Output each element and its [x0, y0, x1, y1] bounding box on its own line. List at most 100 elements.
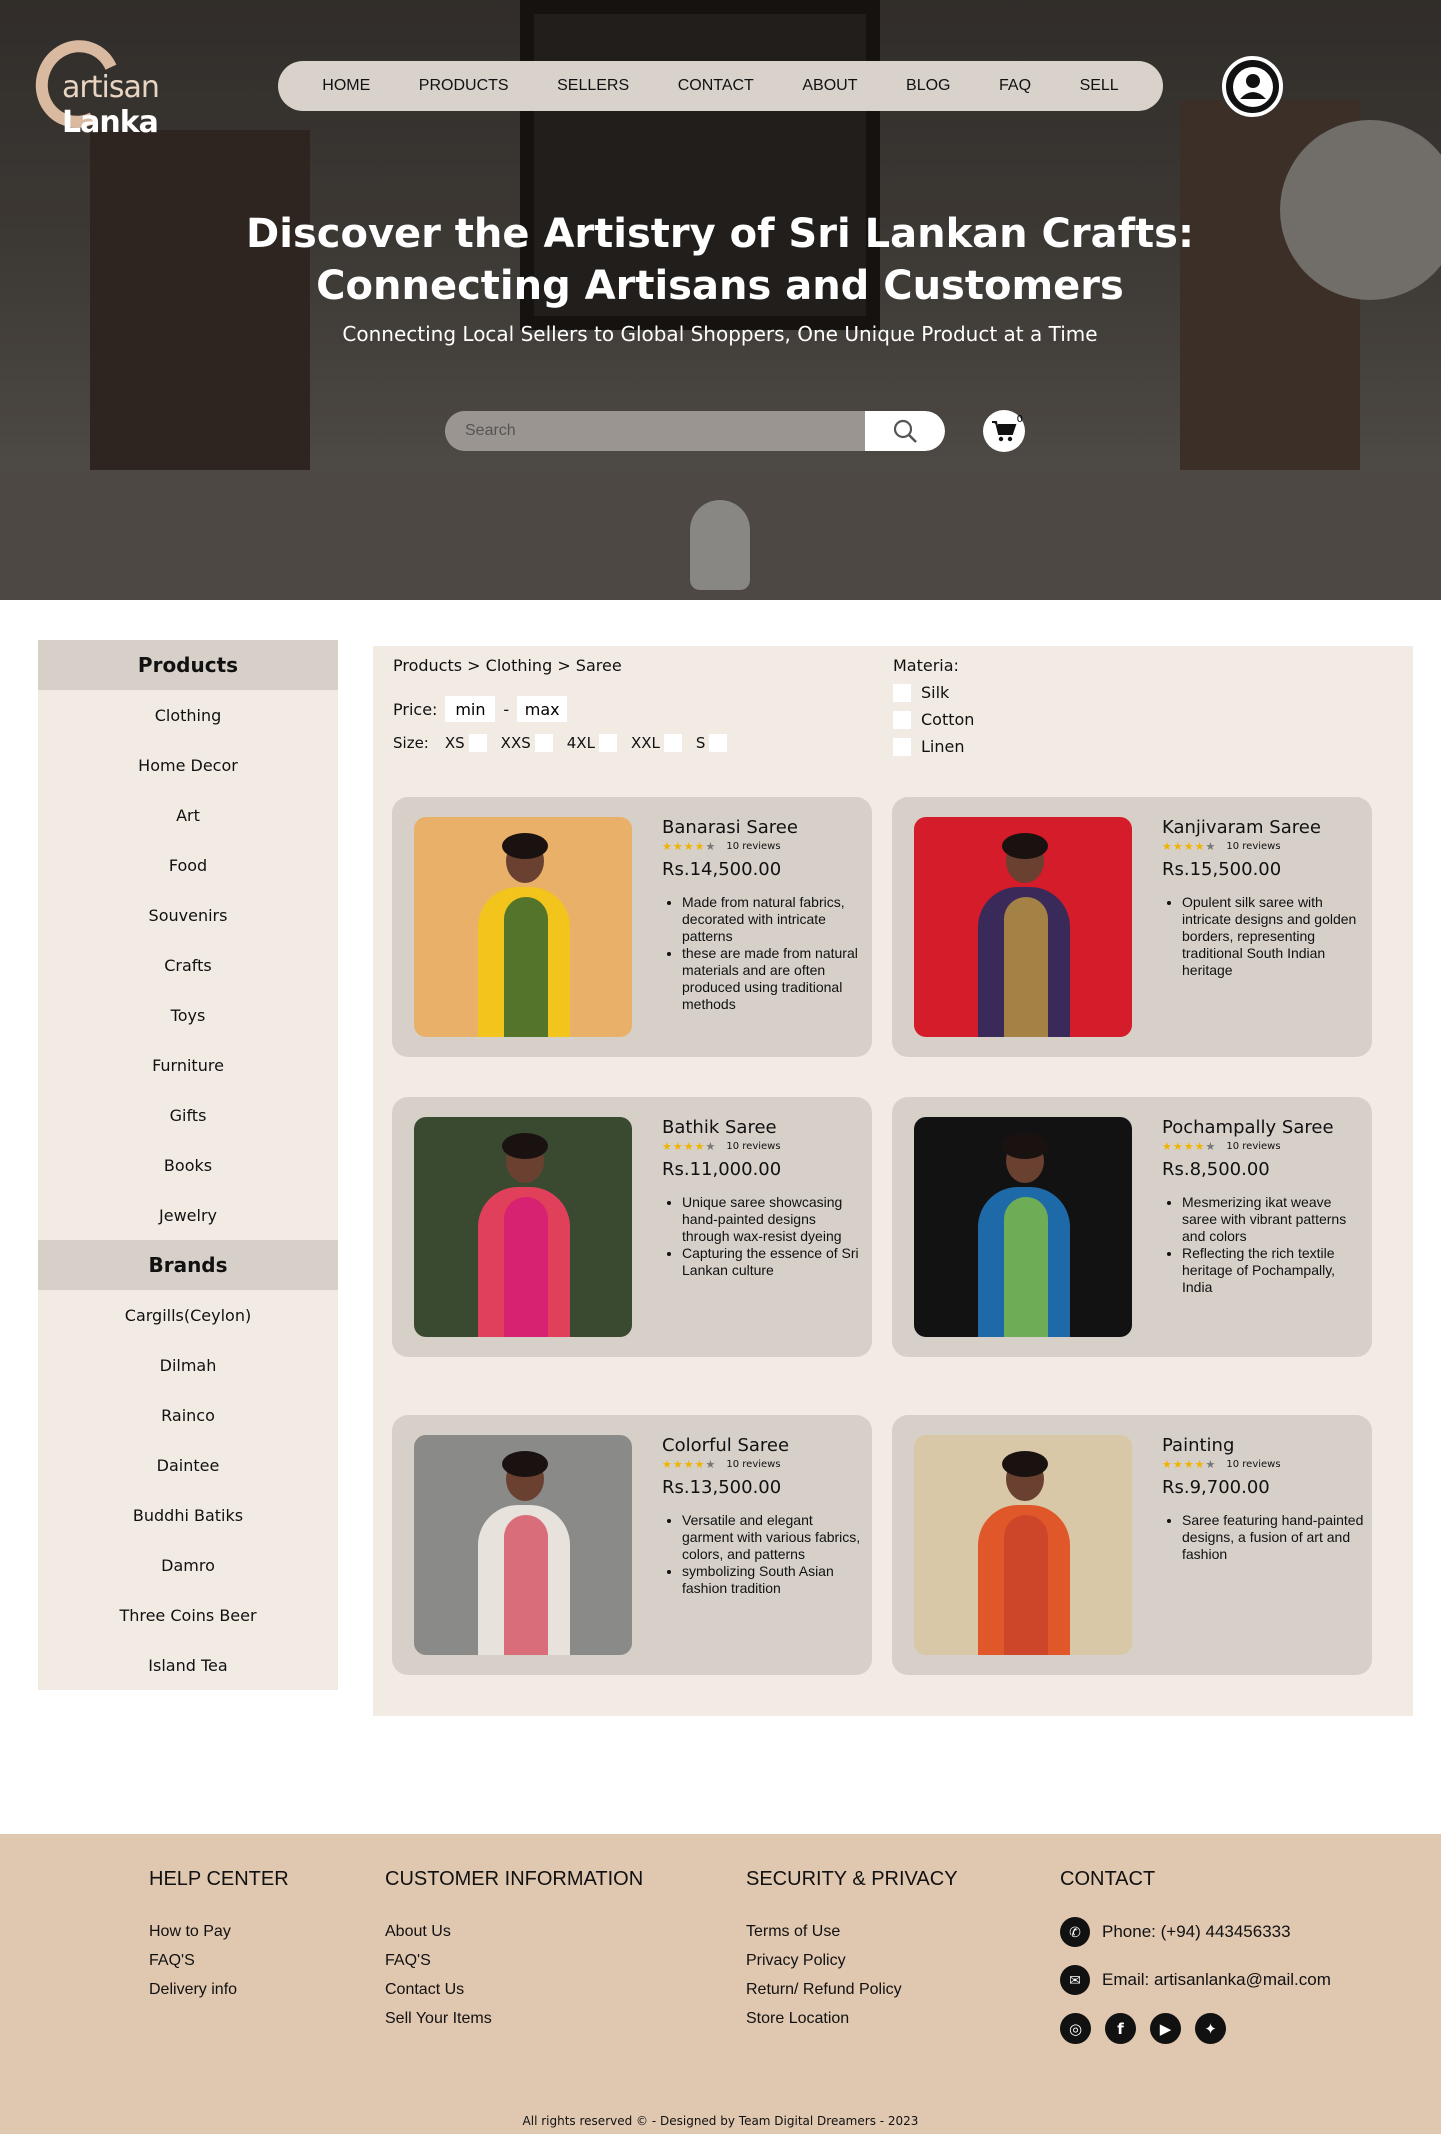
search-button[interactable] [865, 411, 945, 451]
product-card[interactable]: Painting★★★★★10 reviewsRs.9,700.00Saree … [892, 1415, 1372, 1675]
review-count[interactable]: 10 reviews [1226, 1459, 1280, 1470]
nav-about[interactable]: ABOUT [802, 77, 857, 95]
profile-button[interactable] [1222, 56, 1283, 117]
size-checkbox[interactable] [534, 734, 553, 752]
review-count[interactable]: 10 reviews [726, 1141, 780, 1152]
nav-sell[interactable]: SELL [1080, 77, 1119, 95]
product-title[interactable]: Pochampally Saree [1162, 1117, 1367, 1138]
facebook-icon[interactable]: f [1105, 2013, 1136, 2044]
product-price: Rs.8,500.00 [1162, 1159, 1270, 1180]
brand-list: Cargills(Ceylon) Dilmah Rainco Daintee B… [38, 1290, 338, 1690]
footer-link-delivery-info[interactable]: Delivery info [149, 1975, 289, 2004]
product-title[interactable]: Painting [1162, 1435, 1367, 1456]
product-title[interactable]: Bathik Saree [662, 1117, 867, 1138]
cart-button[interactable]: 0 [983, 410, 1025, 452]
size-option-xxs[interactable]: XXS [501, 734, 553, 752]
logo[interactable]: artisan Lanka [23, 28, 256, 140]
footer-link-store-location[interactable]: Store Location [746, 2004, 958, 2033]
review-count[interactable]: 10 reviews [726, 1459, 780, 1470]
search-icon [893, 419, 917, 443]
main-nav: HOME PRODUCTS SELLERS CONTACT ABOUT BLOG… [278, 61, 1163, 111]
size-option-s[interactable]: S [696, 734, 728, 752]
product-image[interactable] [914, 817, 1132, 1037]
review-count[interactable]: 10 reviews [726, 841, 780, 852]
product-card[interactable]: Banarasi Saree ★ ★ ★ ★ ★ 10 reviews Rs.14,500.0… [392, 797, 872, 1057]
twitter-icon[interactable]: ✦ [1195, 2013, 1226, 2044]
brand-three-coins-beer[interactable]: Three Coins Beer [38, 1590, 338, 1640]
product-image[interactable] [914, 1435, 1132, 1655]
product-image[interactable] [414, 1117, 632, 1337]
product-title[interactable]: Colorful Saree [662, 1435, 867, 1456]
nav-home[interactable]: HOME [322, 77, 370, 95]
size-option-4xl[interactable]: 4XL [567, 734, 617, 752]
category-souvenirs[interactable]: Souvenirs [38, 890, 338, 940]
product-image[interactable] [914, 1117, 1132, 1337]
review-count[interactable]: 10 reviews [1226, 1141, 1280, 1152]
size-checkbox[interactable] [663, 734, 682, 752]
size-checkbox[interactable] [709, 734, 728, 752]
footer-link-refund[interactable]: Return/ Refund Policy [746, 1975, 958, 2004]
footer-link-how-to-pay[interactable]: How to Pay [149, 1917, 289, 1946]
description-point: Opulent silk saree with intricate design… [1182, 894, 1367, 979]
size-checkbox[interactable] [598, 734, 617, 752]
footer-link-privacy[interactable]: Privacy Policy [746, 1946, 958, 1975]
product-image[interactable] [414, 1435, 632, 1655]
product-panel: Products > Clothing > Saree Price: - Siz… [373, 646, 1413, 1716]
category-art[interactable]: Art [38, 790, 338, 840]
material-option-cotton[interactable]: Cotton [893, 710, 974, 729]
material-option-silk[interactable]: Silk [893, 683, 974, 702]
price-label: Price: [393, 699, 438, 719]
review-count[interactable]: 10 reviews [1226, 841, 1280, 852]
category-crafts[interactable]: Crafts [38, 940, 338, 990]
instagram-icon[interactable]: ◎ [1060, 2013, 1091, 2044]
brand-buddhi-batiks[interactable]: Buddhi Batiks [38, 1490, 338, 1540]
nav-sellers[interactable]: SELLERS [557, 77, 629, 95]
brand-daintee[interactable]: Daintee [38, 1440, 338, 1490]
size-option-xs[interactable]: XS [445, 734, 487, 752]
category-books[interactable]: Books [38, 1140, 338, 1190]
material-checkbox[interactable] [893, 683, 911, 702]
category-home-decor[interactable]: Home Decor [38, 740, 338, 790]
breadcrumb: Products > Clothing > Saree [393, 656, 622, 675]
footer-link-contact-us[interactable]: Contact Us [385, 1975, 643, 2004]
product-card[interactable]: Colorful Saree ★ ★ ★ ★ ★ 10 reviews Rs.13,500.0… [392, 1415, 872, 1675]
product-card[interactable]: Pochampally Saree ★ ★ ★ ★ ★ 10 reviews Rs.8,500… [892, 1097, 1372, 1357]
category-food[interactable]: Food [38, 840, 338, 890]
nav-products[interactable]: PRODUCTS [419, 77, 509, 95]
material-checkbox[interactable] [893, 710, 911, 729]
brand-cargills[interactable]: Cargills(Ceylon) [38, 1290, 338, 1340]
brand-dilmah[interactable]: Dilmah [38, 1340, 338, 1390]
product-card[interactable]: Bathik Saree★★★★★10 reviewsRs.11,000.00U… [392, 1097, 872, 1357]
material-option-linen[interactable]: Linen [893, 737, 974, 756]
product-image[interactable] [414, 817, 632, 1037]
nav-faq[interactable]: FAQ [999, 77, 1031, 95]
footer-link-terms[interactable]: Terms of Use [746, 1917, 958, 1946]
youtube-icon[interactable]: ▶ [1150, 2013, 1181, 2044]
footer-link-faqs-2[interactable]: FAQ'S [385, 1946, 643, 1975]
contact-email[interactable]: ✉ Email: artisanlanka@mail.com [1060, 1965, 1331, 1995]
category-toys[interactable]: Toys [38, 990, 338, 1040]
product-card[interactable]: Kanjivaram Saree ★ ★ ★ ★ ★ 10 reviews Rs.15,500… [892, 797, 1372, 1057]
brand-damro[interactable]: Damro [38, 1540, 338, 1590]
footer-security-privacy: SECURITY & PRIVACY Terms of Use Privacy … [746, 1868, 958, 2033]
product-title[interactable]: Kanjivaram Saree [1162, 817, 1367, 838]
category-gifts[interactable]: Gifts [38, 1090, 338, 1140]
footer-link-about-us[interactable]: About Us [385, 1917, 643, 1946]
product-title[interactable]: Banarasi Saree [662, 817, 867, 838]
product-price: Rs.11,000.00 [662, 1159, 782, 1180]
footer-link-faqs[interactable]: FAQ'S [149, 1946, 289, 1975]
brand-island-tea[interactable]: Island Tea [38, 1640, 338, 1690]
price-min-input[interactable] [445, 696, 496, 722]
price-max-input[interactable] [517, 696, 568, 722]
size-option-xxl[interactable]: XXL [631, 734, 682, 752]
category-clothing[interactable]: Clothing [38, 690, 338, 740]
material-checkbox[interactable] [893, 737, 911, 756]
brand-rainco[interactable]: Rainco [38, 1390, 338, 1440]
size-checkbox[interactable] [468, 734, 487, 752]
nav-blog[interactable]: BLOG [906, 77, 950, 95]
nav-contact[interactable]: CONTACT [678, 77, 754, 95]
category-furniture[interactable]: Furniture [38, 1040, 338, 1090]
search-input[interactable] [445, 411, 865, 451]
category-jewelry[interactable]: Jewelry [38, 1190, 338, 1240]
footer-link-sell-your-items[interactable]: Sell Your Items [385, 2004, 643, 2033]
